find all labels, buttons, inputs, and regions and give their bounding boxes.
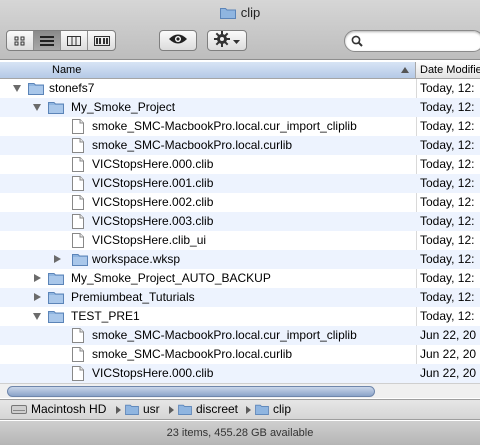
path-separator-icon: [116, 406, 121, 414]
view-switcher[interactable]: [6, 30, 116, 51]
row-date: Today, 12:: [420, 138, 475, 152]
eye-icon: [168, 33, 188, 48]
row-name: VICStopsHere.002.clib: [92, 195, 214, 209]
path-crumb-macintosh-hd[interactable]: Macintosh HD: [11, 402, 106, 416]
file-row[interactable]: VICStopsHere.002.clib Today, 12:: [0, 193, 480, 212]
folder-row[interactable]: Premiumbeat_Tuturials Today, 12:: [0, 288, 480, 307]
row-name: VICStopsHere.000.clib: [92, 366, 214, 380]
row-date: Jun 22, 20: [420, 328, 477, 342]
row-name: My_Smoke_Project: [71, 100, 176, 114]
folder-row[interactable]: workspace.wksp Today, 12:: [0, 250, 480, 269]
folder-row[interactable]: My_Smoke_Project Today, 12:: [0, 98, 480, 117]
column-header: Name Date Modified: [0, 62, 480, 79]
row-name: smoke_SMC-MacbookPro.local.cur_import_cl…: [92, 328, 357, 342]
row-name: smoke_SMC-MacbookPro.local.curlib: [92, 138, 293, 152]
folder-row[interactable]: My_Smoke_Project_AUTO_BACKUP Today, 12:: [0, 269, 480, 288]
row-date: Today, 12:: [420, 233, 475, 247]
disclosure-closed-icon[interactable]: [34, 293, 41, 301]
file-row[interactable]: VICStopsHere.000.clib Today, 12:: [0, 155, 480, 174]
icon-view-icon[interactable]: [7, 31, 34, 50]
file-row[interactable]: VICStopsHere.001.clib Today, 12:: [0, 174, 480, 193]
quicklook-button[interactable]: [159, 30, 197, 51]
row-date: Today, 12:: [420, 271, 475, 285]
window-toolbar: clip: [0, 0, 480, 60]
folder-icon: [255, 403, 269, 415]
path-crumb-label: discreet: [196, 402, 239, 416]
path-crumb-label: clip: [273, 402, 292, 416]
row-name: stonefs7: [49, 81, 95, 95]
path-separator-icon: [169, 406, 174, 414]
name-column-header[interactable]: Name: [0, 62, 416, 78]
coverflow-view-icon[interactable]: [88, 31, 115, 50]
row-date: Today, 12:: [420, 157, 475, 171]
row-date: Jun 22, 20: [420, 366, 477, 380]
row-date: Today, 12:: [420, 195, 475, 209]
path-separator-icon: [246, 406, 251, 414]
hard-drive-icon: [11, 403, 27, 415]
row-date: Today, 12:: [420, 176, 475, 190]
path-crumb-clip[interactable]: clip: [255, 402, 291, 416]
row-date: Today, 12:: [420, 119, 475, 133]
path-bar: Macintosh HD usr discreet clip: [0, 399, 480, 420]
row-date: Today, 12:: [420, 81, 475, 95]
sort-ascending-icon: [401, 67, 409, 73]
folder-row[interactable]: TEST_PRE1 Today, 12:: [0, 307, 480, 326]
file-list: stonefs7 Today, 12: My_Smoke_Project Today,…: [0, 79, 480, 383]
list-view-icon[interactable]: [34, 31, 61, 50]
row-name: VICStopsHere.000.clib: [92, 157, 214, 171]
path-crumb-label: Macintosh HD: [31, 402, 107, 416]
date-column-label: Date Modified: [420, 64, 480, 76]
status-bar: 23 items, 455.28 GB available: [0, 421, 480, 445]
disclosure-open-icon[interactable]: [33, 104, 41, 111]
chevron-down-icon: [233, 34, 240, 48]
column-view-icon[interactable]: [61, 31, 88, 50]
row-name: My_Smoke_Project_AUTO_BACKUP: [71, 271, 271, 285]
row-date: Today, 12:: [420, 100, 475, 114]
file-row[interactable]: smoke_SMC-MacbookPro.local.cur_import_cl…: [0, 117, 480, 136]
window-title-area: clip: [0, 5, 480, 22]
row-name: VICStopsHere.001.clib: [92, 176, 214, 190]
folder-icon: [125, 403, 139, 415]
search-icon: [351, 35, 363, 50]
horizontal-scrollbar[interactable]: [0, 383, 480, 398]
folder-icon: [178, 403, 192, 415]
disclosure-closed-icon[interactable]: [34, 274, 41, 282]
row-name: workspace.wksp: [92, 252, 181, 266]
row-name: VICStopsHere.003.clib: [92, 214, 214, 228]
path-crumb-usr[interactable]: usr: [125, 402, 160, 416]
row-date: Today, 12:: [420, 290, 475, 304]
path-crumb-discreet[interactable]: discreet: [178, 402, 238, 416]
row-date: Today, 12:: [420, 252, 475, 266]
name-column-label: Name: [52, 64, 82, 76]
file-row[interactable]: VICStopsHere.003.clib Today, 12:: [0, 212, 480, 231]
file-row[interactable]: VICStopsHere.clib_ui Today, 12:: [0, 231, 480, 250]
folder-row[interactable]: stonefs7 Today, 12:: [0, 79, 480, 98]
row-name: smoke_SMC-MacbookPro.local.cur_import_cl…: [92, 119, 357, 133]
disclosure-open-icon[interactable]: [33, 313, 41, 320]
action-menu-button[interactable]: [207, 30, 247, 51]
row-date: Today, 12:: [420, 309, 475, 323]
disclosure-closed-icon[interactable]: [54, 255, 61, 263]
row-name: VICStopsHere.clib_ui: [92, 233, 207, 247]
row-date: Jun 22, 20: [420, 347, 477, 361]
row-name: TEST_PRE1: [71, 309, 140, 323]
search-field[interactable]: [344, 30, 480, 52]
path-crumb-label: usr: [143, 402, 160, 416]
row-name: Premiumbeat_Tuturials: [71, 290, 195, 304]
gear-icon: [214, 31, 230, 50]
date-column-header[interactable]: Date Modified: [417, 62, 480, 78]
file-row[interactable]: VICStopsHere.000.clib Jun 22, 20: [0, 364, 480, 383]
scrollbar-thumb[interactable]: [7, 386, 375, 397]
file-row[interactable]: smoke_SMC-MacbookPro.local.cur_import_cl…: [0, 326, 480, 345]
file-row[interactable]: smoke_SMC-MacbookPro.local.curlib Today, …: [0, 136, 480, 155]
row-name: smoke_SMC-MacbookPro.local.curlib: [92, 347, 293, 361]
row-date: Today, 12:: [420, 214, 475, 228]
folder-icon: [219, 6, 236, 22]
disclosure-open-icon[interactable]: [13, 85, 21, 92]
file-row[interactable]: smoke_SMC-MacbookPro.local.curlib Jun 22,…: [0, 345, 480, 364]
window-title: clip: [240, 5, 261, 20]
